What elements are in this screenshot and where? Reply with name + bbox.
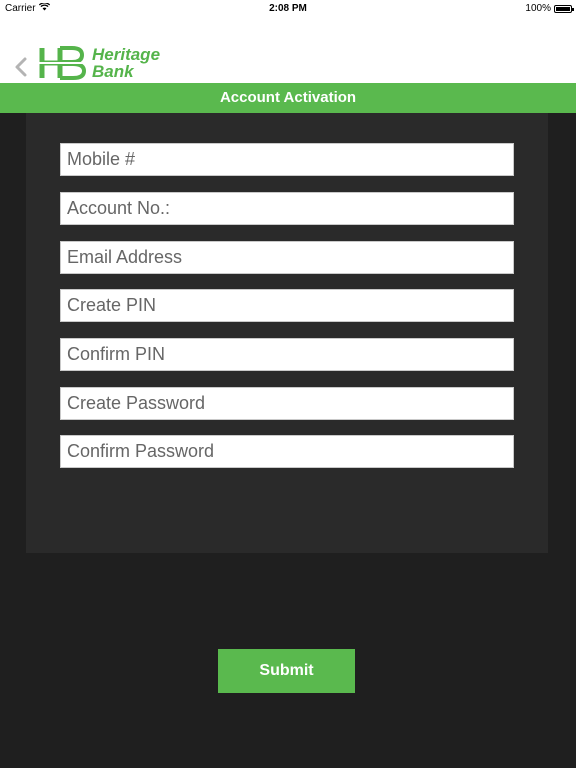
confirm-password-field[interactable] — [60, 435, 514, 468]
hb-monogram-icon — [38, 46, 86, 80]
submit-button[interactable]: Submit — [218, 649, 355, 693]
mobile-number-field[interactable] — [60, 143, 514, 176]
logo-line-2: Bank — [92, 62, 134, 81]
page-title: Account Activation — [0, 83, 576, 113]
back-button[interactable] — [10, 54, 32, 80]
chevron-left-icon — [15, 57, 27, 77]
clock: 2:08 PM — [269, 3, 307, 14]
heritage-bank-logo: Heritage Bank — [38, 43, 160, 83]
account-number-field[interactable] — [60, 192, 514, 225]
battery-group: 100% — [525, 3, 574, 14]
confirm-pin-field[interactable] — [60, 338, 514, 371]
logo-line-1: Heritage — [92, 45, 161, 64]
battery-percent: 100% — [525, 3, 551, 14]
logo-text: Heritage Bank — [92, 46, 160, 80]
create-pin-field[interactable] — [60, 289, 514, 322]
status-bar: Carrier 2:08 PM 100% — [0, 0, 576, 18]
battery-icon — [554, 4, 574, 13]
nav-bar: Heritage Bank — [0, 18, 576, 83]
activation-form — [26, 113, 548, 553]
create-password-field[interactable] — [60, 387, 514, 420]
email-field[interactable] — [60, 241, 514, 274]
